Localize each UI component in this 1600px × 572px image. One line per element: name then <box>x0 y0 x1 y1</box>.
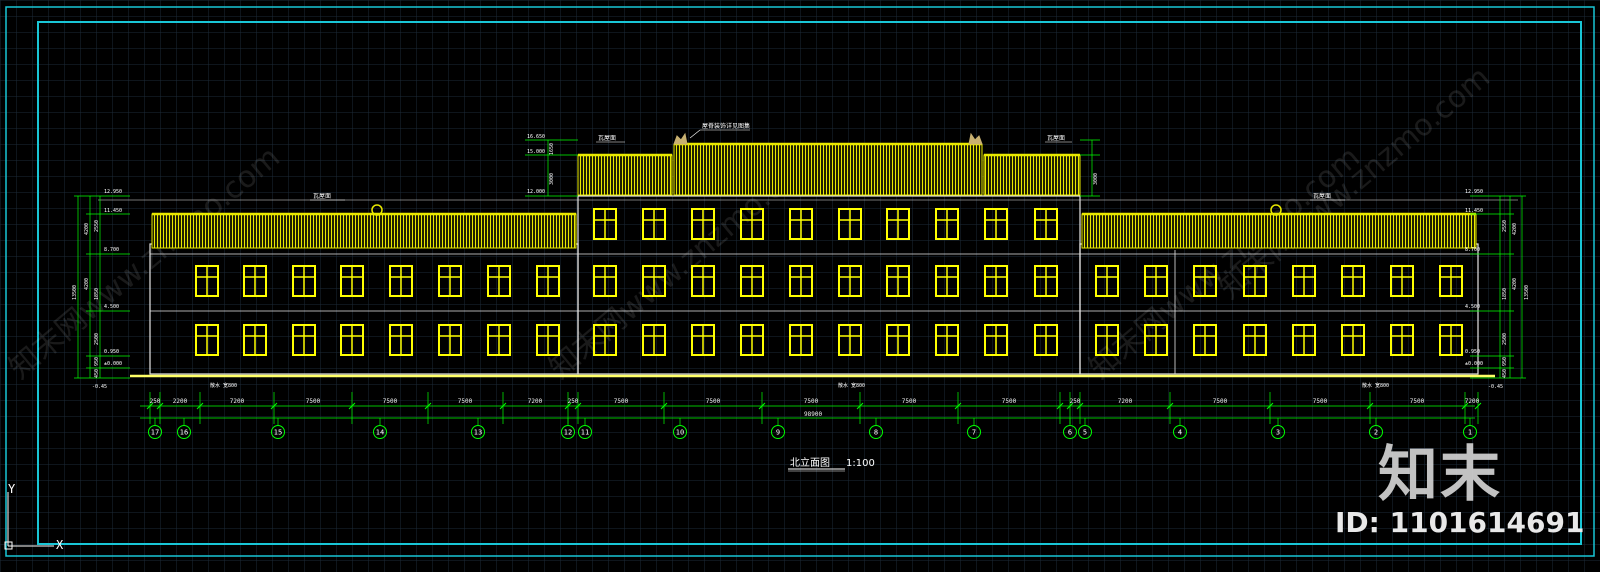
bay-dimension: 250 <box>150 398 161 405</box>
axis-label: 12 <box>564 429 572 437</box>
bay-dimension: 7200 <box>1465 398 1480 405</box>
story-dim: 4200 <box>1512 223 1518 235</box>
story-dim: 4200 <box>1512 278 1518 290</box>
tower-right-roof <box>983 154 1081 196</box>
axis-label: 10 <box>676 429 684 437</box>
background-grid <box>0 0 1600 572</box>
bay-dimension: 250 <box>568 398 579 405</box>
bay-dimension: 7500 <box>614 398 629 405</box>
bay-dimension: 7500 <box>1213 398 1228 405</box>
bay-dimension: 7500 <box>804 398 819 405</box>
axis-label: 14 <box>376 429 384 437</box>
roof-note-left: 瓦屋面 <box>313 193 331 200</box>
ucs-x-label: X <box>56 538 64 552</box>
bay-dimension: 2200 <box>173 398 188 405</box>
story-dim: 3000 <box>549 173 555 185</box>
story-dim: 450 <box>94 369 100 378</box>
level-label: 8.700 <box>104 247 119 253</box>
tower-left-roof <box>577 154 673 196</box>
story-dim: 2550 <box>1502 220 1508 232</box>
bay-dimension: 7500 <box>1313 398 1328 405</box>
axis-label: 5 <box>1083 429 1087 437</box>
axis-label: 17 <box>151 429 159 437</box>
story-dim: 4200 <box>84 278 90 290</box>
roof-note-tower-left: 瓦屋面 <box>598 135 616 142</box>
roof-note-tower-right: 瓦屋面 <box>1047 135 1065 142</box>
axis-label: 9 <box>776 429 780 437</box>
level-label: 0.950 <box>104 349 119 355</box>
drawing-title: 北立面图 <box>790 456 830 469</box>
axis-label: 15 <box>274 429 282 437</box>
bay-dimension: 7200 <box>1118 398 1133 405</box>
level-label: 4.500 <box>1465 304 1480 310</box>
story-dim: 13500 <box>1524 285 1530 300</box>
axis-label: 8 <box>874 429 878 437</box>
story-dim: 450 <box>1502 369 1508 378</box>
tower-center-roof <box>673 143 983 196</box>
story-dim: 3000 <box>1093 173 1099 185</box>
story-dim: 1650 <box>549 143 555 155</box>
bay-dimension: 7500 <box>706 398 721 405</box>
level-label: 11.450 <box>104 208 122 214</box>
level-label: ±0.000 <box>104 361 122 367</box>
axis-label: 4 <box>1178 429 1182 437</box>
level-label: 16.650 <box>527 134 545 140</box>
axis-label: 7 <box>972 429 976 437</box>
bay-dimension: 250 <box>1070 398 1081 405</box>
bay-dimension: 7200 <box>230 398 245 405</box>
ground-note: 散水 宽800 <box>210 382 237 389</box>
level-label: -0.45 <box>1488 384 1503 390</box>
overall-dimension: 98900 <box>804 411 822 418</box>
bay-dimension: 7200 <box>528 398 543 405</box>
ucs-y-label: Y <box>8 482 16 496</box>
brand-id-text: ID: 1101614691 <box>1335 506 1585 539</box>
story-dim: 950 <box>1502 357 1508 366</box>
level-label: -0.45 <box>92 384 107 390</box>
bay-dimension: 7500 <box>383 398 398 405</box>
ground-note: 散水 宽800 <box>838 382 865 389</box>
axis-label: 6 <box>1068 429 1072 437</box>
ground-note: 散水 宽800 <box>1362 382 1389 389</box>
bay-dimension: 7500 <box>1002 398 1017 405</box>
story-dim: 1850 <box>1502 288 1508 300</box>
axis-label: 13 <box>474 429 482 437</box>
story-dim: 1850 <box>94 288 100 300</box>
story-dim: 13500 <box>72 285 78 300</box>
story-dim: 950 <box>94 357 100 366</box>
level-label: 12.000 <box>527 189 545 195</box>
brand-logo-text: 知末 <box>1378 440 1502 510</box>
bay-dimension: 7500 <box>306 398 321 405</box>
level-label: 4.500 <box>104 304 119 310</box>
bay-dimension: 7500 <box>458 398 473 405</box>
bay-dimension: 7500 <box>1410 398 1425 405</box>
level-label: 12.950 <box>104 189 122 195</box>
axis-label: 16 <box>180 429 188 437</box>
ridge-note: 屋脊装饰详见图集 <box>702 122 750 130</box>
story-dim: 2500 <box>94 333 100 345</box>
axis-label: 11 <box>581 429 589 437</box>
level-label: 11.450 <box>1465 208 1483 214</box>
left-wing-roof <box>151 213 577 249</box>
level-label: 12.950 <box>1465 189 1483 195</box>
right-wing-roof <box>1081 213 1477 249</box>
level-label: 8.700 <box>1465 247 1480 253</box>
ucs-icon: Y X <box>2 482 72 552</box>
level-label: 15.000 <box>527 149 545 155</box>
level-label: ±0.000 <box>1465 361 1483 367</box>
story-dim: 2500 <box>1502 333 1508 345</box>
story-dim: 4200 <box>84 223 90 235</box>
roof-note-right: 瓦屋面 <box>1313 193 1331 200</box>
bay-dimension: 7500 <box>902 398 917 405</box>
cad-elevation-drawing: 知末网www.znzmo.com 知末网www.znzmo.com 知末网www… <box>0 0 1600 572</box>
drawing-scale: 1:100 <box>846 458 875 469</box>
axis-label: 3 <box>1276 429 1280 437</box>
story-dim: 2550 <box>94 220 100 232</box>
level-label: 0.950 <box>1465 349 1480 355</box>
